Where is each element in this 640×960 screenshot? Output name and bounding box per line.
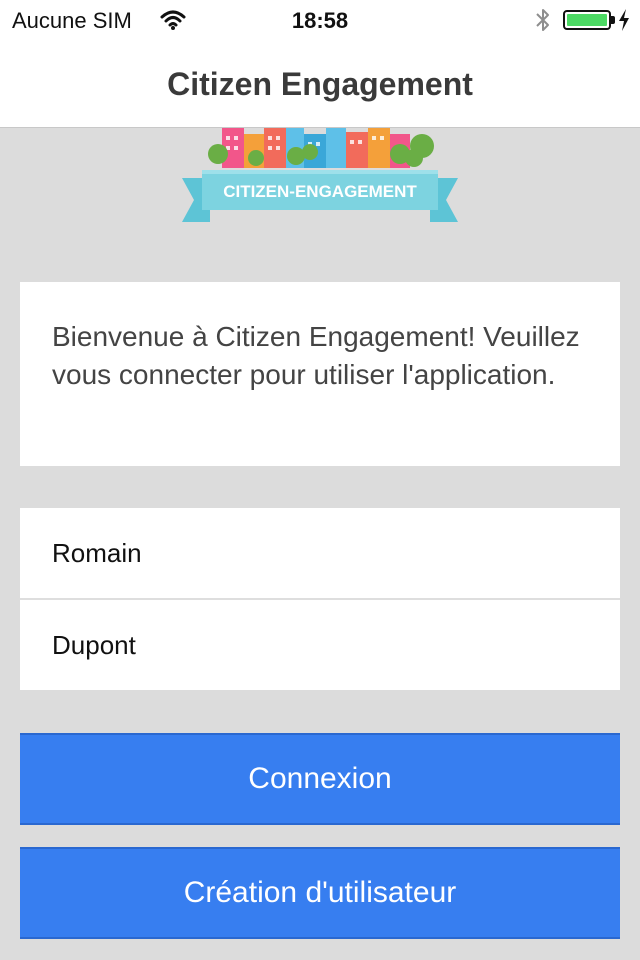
charging-icon (619, 9, 629, 31)
battery-cap (611, 16, 615, 24)
battery-level (567, 14, 607, 26)
welcome-message: Bienvenue à Citizen Engagement! Veuillez… (52, 321, 580, 390)
status-bar: Aucune SIM 18:58 (0, 0, 640, 40)
last-name-field[interactable] (20, 600, 620, 690)
create-user-button[interactable]: Création d'utilisateur (20, 847, 620, 939)
login-button[interactable]: Connexion (20, 733, 620, 825)
citizen-engagement-logo: CITIZEN-ENGAGEMENT (182, 128, 458, 222)
logo-banner-text: CITIZEN-ENGAGEMENT (223, 182, 417, 201)
page-title: Citizen Engagement (167, 66, 473, 102)
first-name-field[interactable] (20, 508, 620, 598)
navigation-bar: Citizen Engagement (0, 40, 640, 128)
login-form (20, 508, 620, 690)
bluetooth-icon (536, 9, 549, 31)
welcome-card: Bienvenue à Citizen Engagement! Veuillez… (20, 282, 620, 466)
battery-icon (563, 10, 611, 30)
